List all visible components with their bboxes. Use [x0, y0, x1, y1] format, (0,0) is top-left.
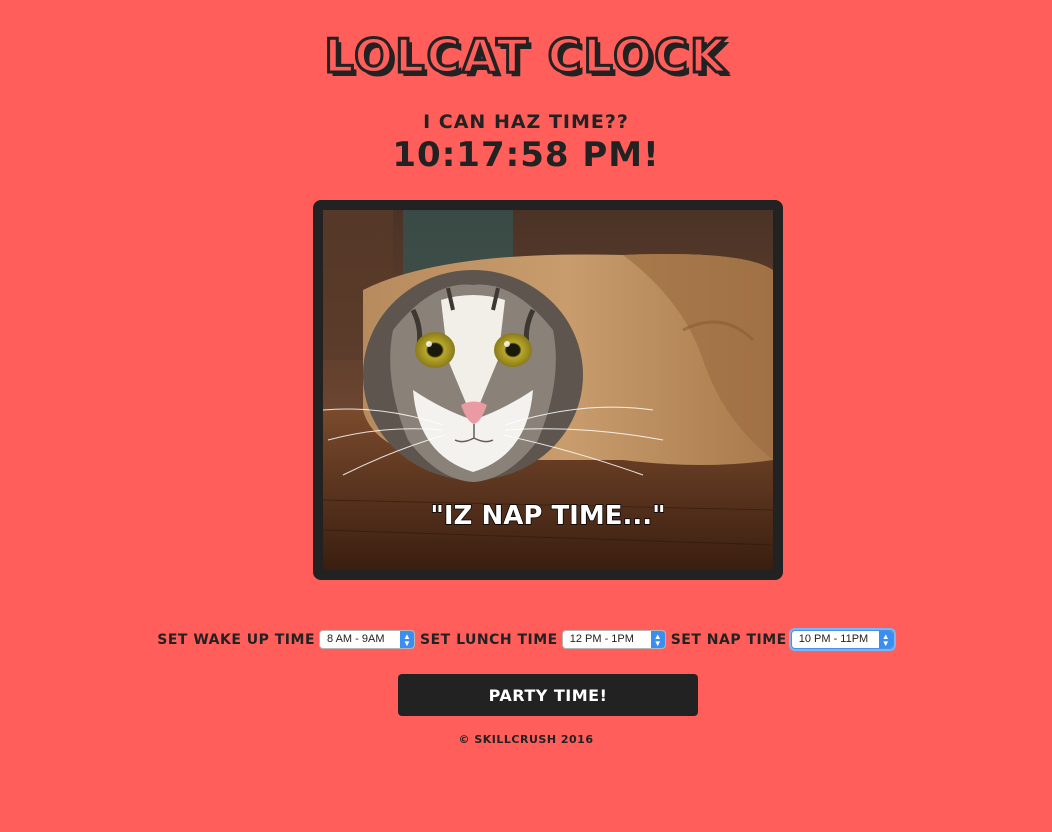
- select-arrows-icon: ▲ ▼: [878, 631, 893, 648]
- nap-time-label: Set nap time: [670, 631, 787, 648]
- lolcat-clock-page: Lolcat Clock I can haz time?? 10:17:58 P…: [0, 0, 1052, 832]
- select-arrows-icon: ▲ ▼: [400, 631, 415, 648]
- clock-subtitle: I can haz time??: [423, 111, 629, 133]
- lolcat-photo: "IZ NAP TIME...": [323, 210, 773, 570]
- lunch-time-value: 12 PM - 1PM: [569, 633, 634, 645]
- footer-copyright: © Skillcrush 2016: [458, 733, 594, 746]
- lunch-time-select[interactable]: 12 PM - 1PM ▲ ▼: [561, 630, 666, 649]
- clock-time: 10:17:58 PM!: [392, 135, 660, 175]
- select-arrows-icon: ▲ ▼: [650, 631, 665, 648]
- lunch-time-label: Set lunch time: [420, 631, 558, 648]
- image-caption: "IZ NAP TIME...": [430, 501, 665, 531]
- wake-time-select[interactable]: 8 AM - 9AM ▲ ▼: [319, 630, 416, 649]
- wake-time-label: Set wake up time: [157, 631, 316, 648]
- page-title: Lolcat Clock: [323, 28, 728, 85]
- party-time-button[interactable]: Party Time!: [398, 674, 698, 716]
- nap-time-value: 10 PM - 11PM: [798, 633, 869, 645]
- time-controls: Set wake up time 8 AM - 9AM ▲ ▼ Set lunch…: [0, 630, 1052, 649]
- wake-time-value: 8 AM - 9AM: [327, 633, 385, 645]
- lolcat-image: "IZ NAP TIME...": [313, 200, 783, 580]
- nap-time-select[interactable]: 10 PM - 11PM ▲ ▼: [790, 630, 894, 649]
